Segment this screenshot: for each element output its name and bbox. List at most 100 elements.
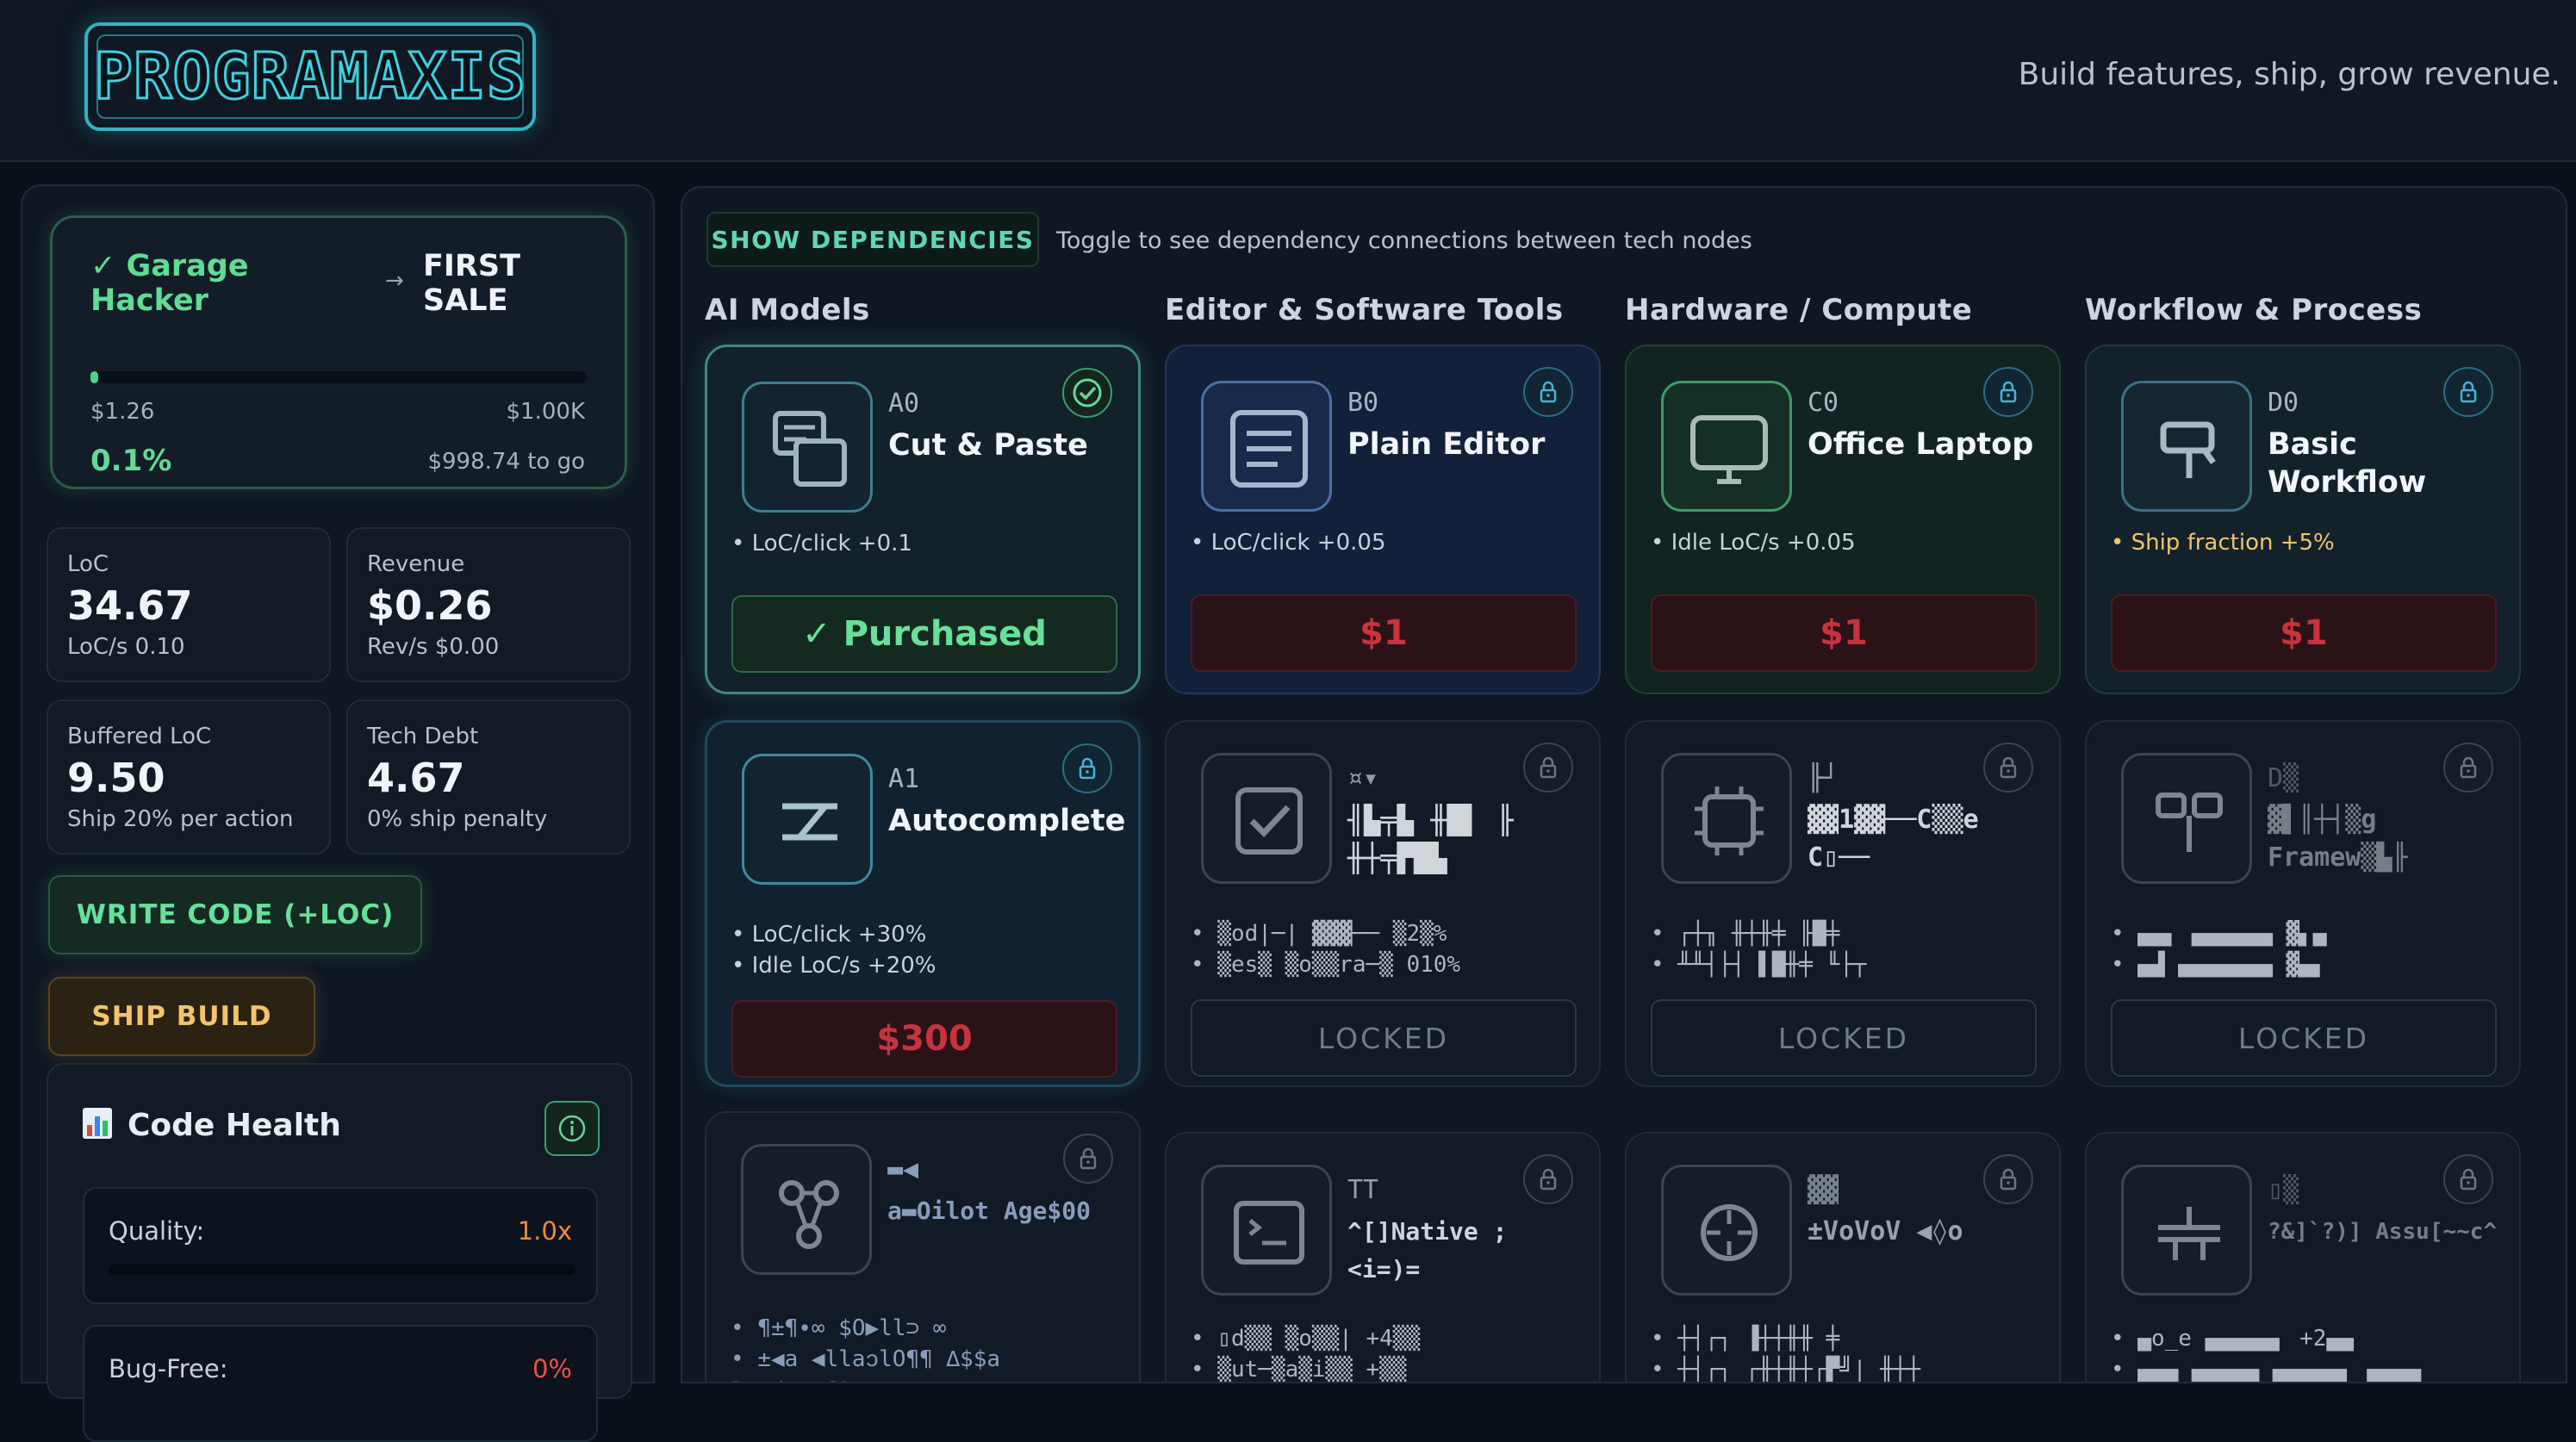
tech-node-c1[interactable]: ╟┘ ▓▓1▓▓──C▒▒e C▯── • ┌┼╖ ╫┼╫╪ ╟█╪ • ╨╨┤… (1625, 720, 2061, 1087)
node-name: Plain Editor (1347, 427, 1546, 462)
info-icon (558, 1115, 586, 1142)
amount-to-go: $998.74 to go (427, 449, 585, 475)
node-code: C0 (1808, 388, 1839, 418)
node-icon-box (742, 754, 873, 885)
lock-icon (1540, 1168, 1557, 1190)
lock-icon (2460, 1168, 2477, 1190)
bug-free-row: Bug-Free: 0% (83, 1325, 598, 1442)
buy-button[interactable]: $1 (2111, 594, 2497, 672)
tech-node-b2[interactable]: TT ^[]Native ; <i=)= • ▯d▒▒ ▒o▒▒| +4▒▒ •… (1165, 1132, 1601, 1383)
node-code: D▒ (2268, 763, 2299, 793)
tech-node-c2[interactable]: ▓▓ ±VoVoV ◀◊o • ┼┤┌┐ ▐┼┼╫╫ ╪ • ┼┤┌┐ ┌╫┼╫… (1625, 1132, 2061, 1382)
lock-icon (2000, 756, 2017, 779)
node-icon-box (1201, 381, 1332, 512)
lock-icon (1080, 1147, 1097, 1170)
network-icon (779, 1180, 839, 1249)
node-icon-box (1661, 1165, 1792, 1296)
logo: PROGRAMAXIS (84, 22, 536, 131)
stat-label: LoC (67, 551, 109, 577)
node-code: ▬◀ (887, 1154, 919, 1184)
node-name: ^[]Native ; <i=)= (1347, 1217, 1508, 1284)
locked-button[interactable]: LOCKED (2111, 999, 2497, 1077)
show-dependencies-button[interactable]: SHOW DEPENDENCIES (706, 212, 1039, 267)
stat-value: 9.50 (67, 755, 165, 801)
column-hardware: Hardware / Compute (1625, 293, 1973, 327)
checkbox-icon (1235, 787, 1303, 855)
tech-node-a2[interactable]: ▬◀ a▬Oilot Age$00 • ¶±¶∙∞ $O▶ll⊃ ∞ • ±◀a… (705, 1111, 1141, 1382)
tech-node-d2[interactable]: ▯▒ ?&]`?)] Assu[~~c^ • ▄o_e ▄▄▄▄▄▖ +2▄▄ … (2085, 1132, 2521, 1383)
stat-value: $0.26 (367, 582, 493, 629)
stat-sub: Ship 20% per action (67, 806, 294, 832)
node-effect: • ▯d▒▒ ▒o▒▒| +4▒▒ (1191, 1326, 1421, 1352)
buy-button[interactable]: $1 (1651, 594, 2037, 672)
tech-node-a0[interactable]: A0 Cut & Paste • LoC/click +0.1 ✓ Purcha… (705, 345, 1141, 694)
node-effect: • LoC/click +30% (731, 922, 927, 948)
node-requirement: Requires: C1 (731, 1375, 850, 1382)
lock-icon (1079, 757, 1096, 780)
tech-node-d0[interactable]: D0 Basic Workflow • Ship fraction +5% $1 (2085, 345, 2521, 694)
stat-label: Revenue (367, 551, 465, 577)
check-circle-icon (1073, 378, 1102, 407)
node-name: Basic Workflow (2268, 427, 2427, 500)
node-effect: • Idle LoC/s +0.05 (1651, 530, 1856, 556)
ship-build-button[interactable]: SHIP BUILD (48, 977, 315, 1056)
tech-tree-panel: SHOW DEPENDENCIES Toggle to see dependen… (681, 186, 2567, 1383)
lock-badge (1983, 743, 2033, 792)
quality-bar (109, 1265, 576, 1275)
lock-badge (1523, 1154, 1573, 1204)
milestone-progress-card: ✓ Garage Hacker → FIRST SALE $1.26 $1.00… (50, 215, 627, 489)
node-code: B0 (1347, 388, 1379, 418)
milestone-progress-bar (90, 371, 587, 383)
left-panel: ✓ Garage Hacker → FIRST SALE $1.26 $1.00… (21, 184, 655, 1442)
node-name: ▓▓1▓▓──C▒▒e C▯── (1808, 805, 1979, 873)
write-code-button[interactable]: WRITE CODE (+LOC) (48, 875, 422, 954)
locked-button[interactable]: LOCKED (1191, 999, 1577, 1077)
node-code: ▓▓ (1808, 1175, 1839, 1205)
purchased-button[interactable]: ✓ Purchased (731, 595, 1117, 673)
node-effect: • ▄▄▖ ▄▄▄▄▄▄ ▓▖▄ (2111, 921, 2327, 947)
node-effect: • ±◀a ◀llaᴐlO¶¶ ∆$$a (731, 1346, 1001, 1372)
buy-button[interactable]: $1 (1191, 594, 1577, 672)
node-effect: • ┌┼╖ ╫┼╫╪ ╟█╪ (1651, 921, 1840, 947)
node-icon-box (742, 382, 873, 513)
node-code: ▯▒ (2268, 1175, 2299, 1205)
tagline: Build features, ship, grow revenue. (2018, 57, 2560, 92)
workflow-icon (2160, 421, 2216, 478)
node-name: Autocomplete (888, 804, 1126, 838)
info-button[interactable] (544, 1101, 600, 1156)
progress-percent: 0.1% (90, 444, 172, 478)
stat-sub: 0% ship penalty (367, 806, 548, 832)
column-workflow: Workflow & Process (2085, 293, 2423, 327)
node-icon-box (2121, 1165, 2252, 1296)
lock-badge (1983, 367, 2033, 417)
column-ai-models: AI Models (705, 293, 870, 327)
buy-button[interactable]: $300 (731, 1000, 1117, 1078)
node-icon-box (2121, 381, 2252, 512)
monitor-icon (1690, 415, 1768, 484)
node-effect: • ▄▄▄ ▄▄▄▄▄ ▄▄▄▄▄▖ ▄▄▄▄ (2111, 1357, 2422, 1383)
tech-node-d1[interactable]: D▒ ▓▌║┼┤▒g Framew▒▙╟ • ▄▄▖ ▄▄▄▄▄▄ ▓▖▄ • … (2085, 720, 2521, 1087)
stat-label: Tech Debt (367, 724, 479, 749)
tech-node-b0[interactable]: B0 Plain Editor • LoC/click +0.05 $1 (1165, 345, 1601, 694)
stat-loc: LoC 34.67 LoC/s 0.10 (47, 527, 331, 682)
lock-badge (1062, 743, 1112, 793)
node-code: A1 (888, 764, 920, 794)
column-editor-tools: Editor & Software Tools (1165, 293, 1564, 327)
stat-value: 4.67 (367, 755, 465, 801)
node-code: ╟┘ (1808, 763, 1839, 793)
tech-node-c0[interactable]: C0 Office Laptop • Idle LoC/s +0.05 $1 (1625, 345, 2061, 694)
tech-node-a1[interactable]: A1 Autocomplete • LoC/click +30% • Idle … (705, 720, 1141, 1087)
locked-button[interactable]: LOCKED (1651, 999, 2037, 1077)
lock-icon (2000, 1168, 2017, 1190)
current-stage: ✓ Garage Hacker (90, 249, 249, 318)
quality-row: Quality: 1.0x (83, 1187, 598, 1304)
node-effect: • ▒od|─| ▓▓▓── ▒2▒% (1191, 921, 1447, 947)
lock-badge (1983, 1154, 2033, 1204)
node-code: D0 (2268, 388, 2299, 418)
stat-label: Buffered LoC (67, 724, 212, 749)
tech-node-b1[interactable]: ¤▾ ╢▙╤▙ ╫█▌ ╟ ╫┼╤▛█▙ • ▒od|─| ▓▓▓── ▒2▒%… (1165, 720, 1601, 1087)
stat-tech-debt: Tech Debt 4.67 0% ship penalty (346, 699, 631, 855)
node-name: ?&]`?)] Assu[~~c^ (2268, 1219, 2498, 1245)
dependencies-hint: Toggle to see dependency connections bet… (1056, 227, 1752, 254)
node-effect: • ▒ut─▒a▒i▒▒ +▒▒ (1191, 1357, 1407, 1383)
